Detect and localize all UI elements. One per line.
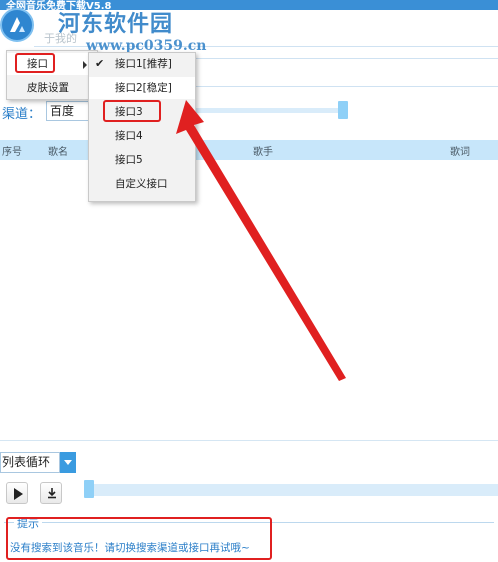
- tip-highlight-box: [6, 517, 272, 560]
- menu-item-label: 接口1[推荐]: [115, 58, 172, 70]
- play-button[interactable]: [6, 482, 28, 504]
- submenu-arrow-icon: [83, 61, 87, 69]
- submenu-item-custom-interface[interactable]: 自定义接口: [89, 173, 195, 195]
- app-window: 全网音乐免费下载V5.8 于我的 河东软件园 www.pc0359.cn 渠道：…: [0, 0, 498, 562]
- menu-item-skin-settings[interactable]: 皮肤设置: [7, 77, 97, 99]
- channel-label: 渠道：: [2, 107, 42, 122]
- divider: [196, 58, 498, 59]
- channel-select[interactable]: 百度: [46, 101, 90, 121]
- submenu-item-interface-4[interactable]: 接口4: [89, 125, 195, 147]
- menu-item-label: 接口2[稳定]: [115, 82, 172, 94]
- download-icon: [48, 488, 56, 499]
- menu-item-label: 接口5: [115, 154, 143, 166]
- column-header-song[interactable]: 歌名: [48, 143, 68, 158]
- volume-track[interactable]: [196, 108, 342, 113]
- menu-item-label: 接口4: [115, 130, 143, 142]
- column-header-lyrics[interactable]: 歌词: [450, 143, 470, 158]
- progress-slider-thumb[interactable]: [84, 480, 94, 498]
- submenu-item-interface-1[interactable]: ✔ 接口1[推荐]: [89, 53, 195, 75]
- menu-item-label: 自定义接口: [115, 178, 168, 190]
- submenu-item-interface-5[interactable]: 接口5: [89, 149, 195, 171]
- loop-mode-select[interactable]: 列表循环: [0, 452, 60, 473]
- column-header-index[interactable]: 序号: [2, 143, 22, 158]
- interface-submenu: ✔ 接口1[推荐] 接口2[稳定] 接口3 接口4 接口5 自定义接口: [88, 52, 196, 202]
- menu-item-label: 皮肤设置: [27, 82, 69, 94]
- chevron-down-icon: [64, 460, 72, 465]
- check-icon: ✔: [95, 57, 105, 70]
- download-button[interactable]: [40, 482, 62, 504]
- watermark-site-name: 河东软件园: [58, 11, 174, 37]
- song-list[interactable]: [0, 160, 498, 440]
- divider: [196, 86, 498, 87]
- progress-track[interactable]: [88, 484, 498, 496]
- song-table-header: 序号 歌名 歌手 歌词: [0, 140, 498, 160]
- loop-mode-dropdown-button[interactable]: [60, 452, 76, 473]
- submenu-item-interface-2[interactable]: 接口2[稳定]: [89, 77, 195, 99]
- divider: [0, 440, 498, 441]
- interface-3-highlight-box: [103, 100, 161, 122]
- play-icon: [14, 488, 23, 500]
- watermark-logo-icon: [0, 8, 34, 42]
- column-header-artist[interactable]: 歌手: [253, 143, 273, 158]
- volume-slider-thumb[interactable]: [338, 101, 348, 119]
- interface-highlight-box: [15, 53, 55, 73]
